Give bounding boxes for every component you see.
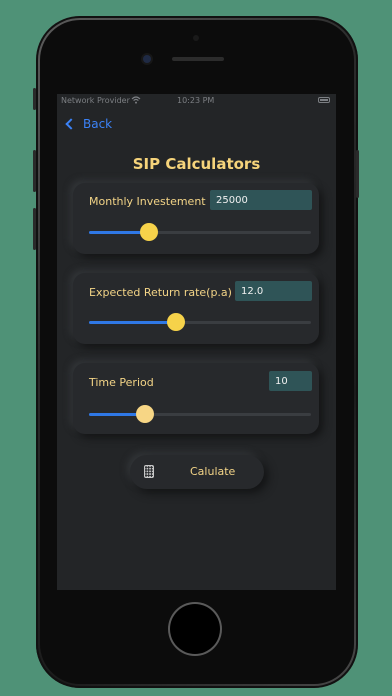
- status-bar: Network Provider 10:23 PM: [57, 94, 336, 108]
- back-button[interactable]: Back: [65, 116, 112, 132]
- slider-fill: [89, 321, 176, 324]
- home-button[interactable]: [170, 604, 220, 654]
- earpiece-speaker: [172, 57, 224, 61]
- expected-return-slider[interactable]: [89, 313, 311, 331]
- calculate-label: Calulate: [190, 465, 236, 478]
- power-button: [356, 150, 359, 198]
- calculate-button[interactable]: Calulate: [130, 455, 264, 489]
- monthly-investment-card: Monthly Investement: [73, 183, 319, 254]
- monthly-investment-slider[interactable]: [89, 223, 311, 241]
- front-sensor: [193, 35, 199, 41]
- time-period-card: Time Period: [73, 363, 319, 434]
- chevron-left-icon: [65, 118, 77, 130]
- back-label: Back: [83, 117, 113, 131]
- time-period-label: Time Period: [89, 376, 154, 389]
- monthly-investment-label: Monthly Investement: [89, 195, 206, 208]
- mute-switch: [33, 88, 36, 110]
- volume-down-button: [33, 208, 36, 250]
- time-period-slider[interactable]: [89, 405, 311, 423]
- status-time: 10:23 PM: [177, 96, 215, 105]
- battery-icon: [318, 97, 330, 103]
- expected-return-input[interactable]: [235, 281, 312, 301]
- wifi-icon: [131, 96, 141, 104]
- carrier-name: Network Provider: [61, 96, 130, 105]
- front-camera-icon: [143, 55, 151, 63]
- time-period-input[interactable]: [269, 371, 312, 391]
- calculator-icon: [144, 465, 154, 478]
- volume-up-button: [33, 150, 36, 192]
- slider-thumb[interactable]: [135, 405, 154, 423]
- slider-thumb[interactable]: [166, 313, 185, 331]
- slider-thumb[interactable]: [139, 223, 158, 241]
- page-title: SIP Calculators: [132, 155, 261, 173]
- monthly-investment-input[interactable]: [210, 190, 312, 210]
- expected-return-label: Expected Return rate(p.a): [89, 286, 232, 299]
- app-screen: Network Provider 10:23 PM Back SIP Calcu…: [57, 94, 336, 590]
- expected-return-card: Expected Return rate(p.a): [73, 273, 319, 344]
